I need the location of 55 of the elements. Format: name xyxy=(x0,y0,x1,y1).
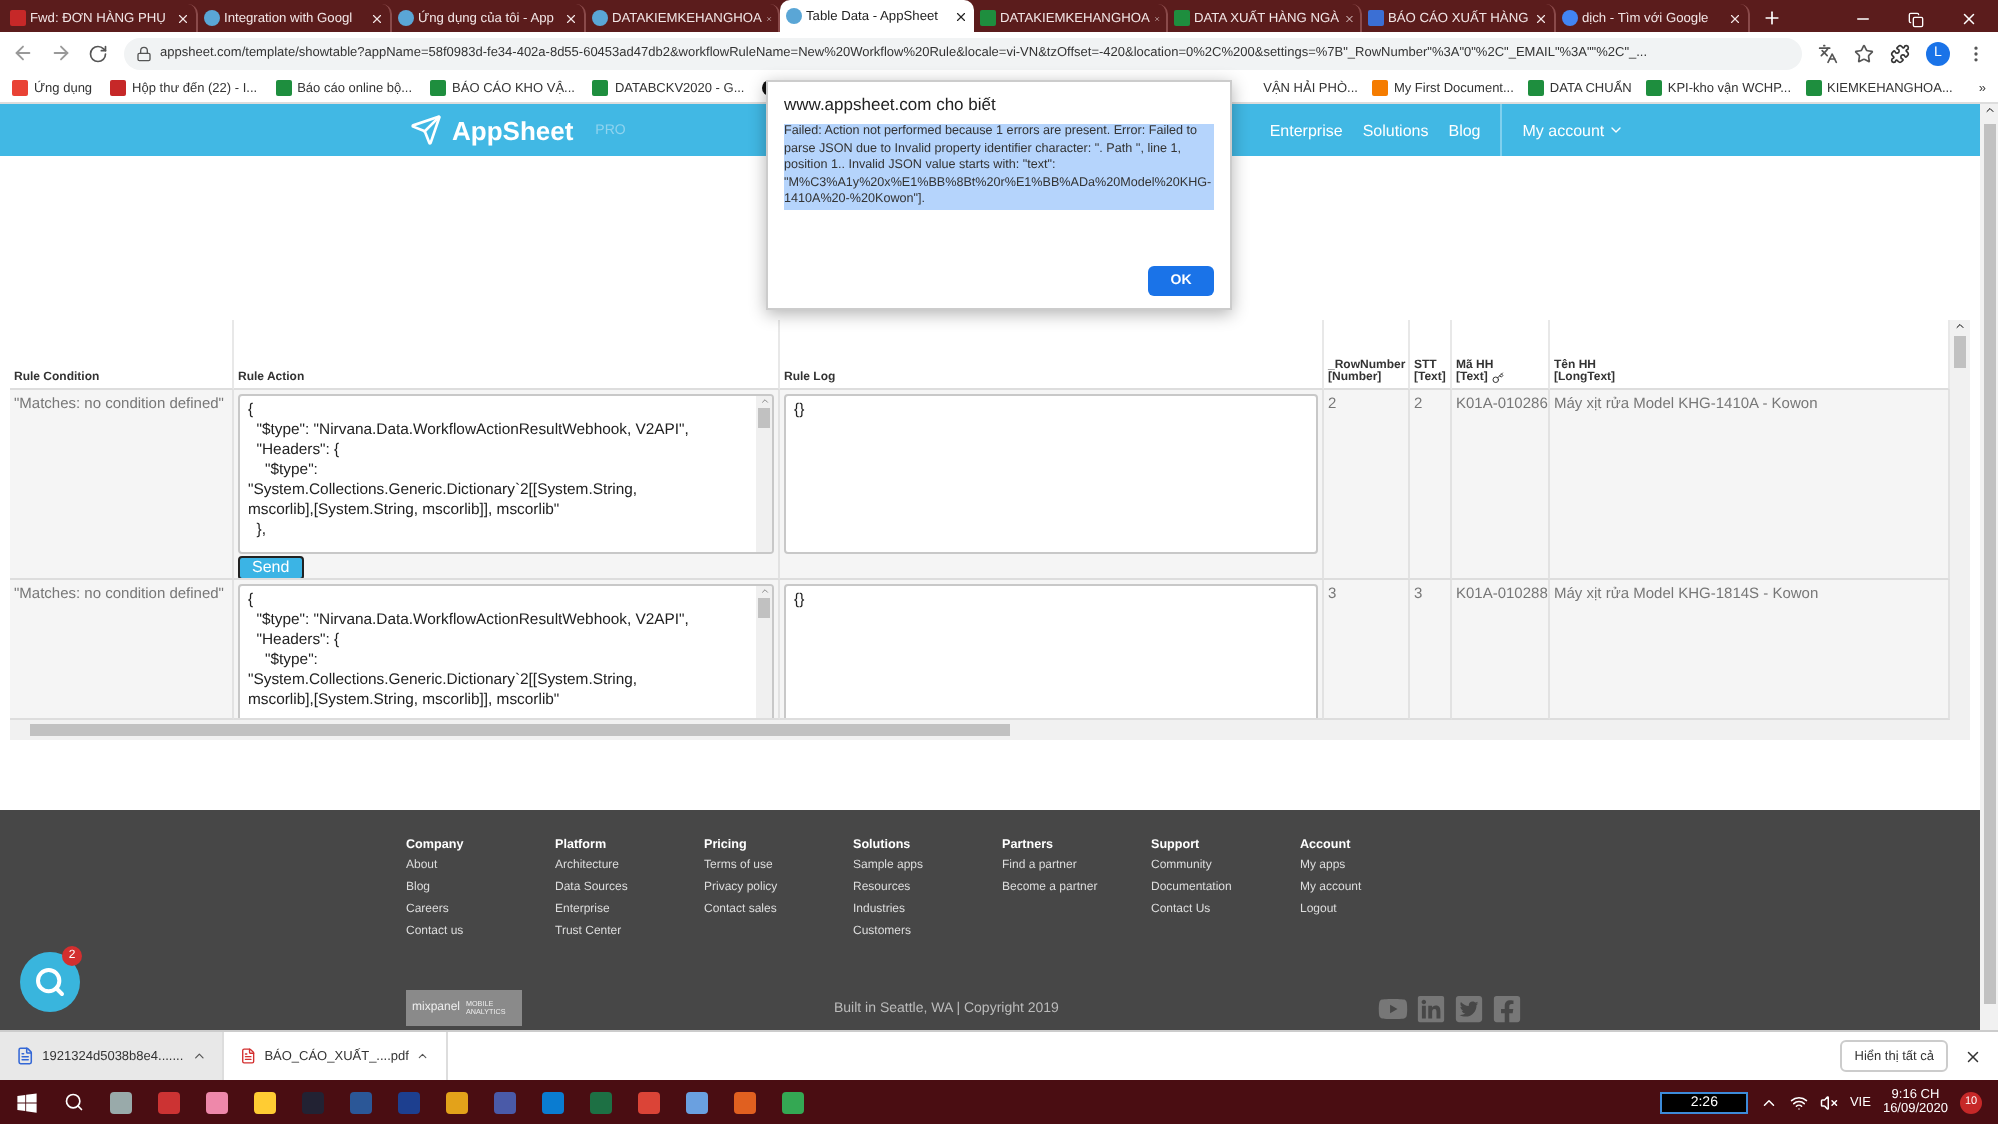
wifi-icon[interactable] xyxy=(1789,1093,1808,1111)
search-icon xyxy=(34,966,66,998)
site-icon xyxy=(398,10,414,26)
mute-icon[interactable] xyxy=(1819,1093,1838,1111)
site-icon xyxy=(592,10,608,26)
scroll-up-icon[interactable] xyxy=(759,586,769,596)
app-icon[interactable] xyxy=(110,1091,132,1113)
site-icon xyxy=(1562,10,1578,26)
search-icon[interactable] xyxy=(64,1092,84,1112)
site-icon xyxy=(204,10,220,26)
file-icon xyxy=(240,1046,257,1066)
star-icon[interactable] xyxy=(1854,43,1874,63)
linkedin-icon[interactable] xyxy=(1416,993,1447,1023)
forward-icon[interactable] xyxy=(50,42,72,64)
caret-icon[interactable] xyxy=(416,1048,430,1064)
scrollbar-thumb[interactable] xyxy=(30,724,1010,736)
site-icon xyxy=(1371,80,1388,96)
site-icon xyxy=(1368,10,1384,26)
reload-icon[interactable] xyxy=(88,43,108,63)
scrollbar[interactable] xyxy=(1980,104,1998,1030)
scrollbar-thumb[interactable] xyxy=(1954,336,1966,368)
app-icon[interactable] xyxy=(254,1091,276,1113)
scrollbar[interactable] xyxy=(756,586,772,718)
lock-icon xyxy=(136,45,152,61)
app-icon[interactable] xyxy=(686,1091,708,1113)
dialog-title: www.appsheet.com cho biết xyxy=(784,94,998,114)
scroll-up-icon[interactable] xyxy=(759,396,769,406)
video-play-icon[interactable] xyxy=(1378,993,1409,1023)
site-icon xyxy=(12,80,28,96)
puzzle-icon[interactable] xyxy=(1890,43,1910,63)
scroll-up-icon[interactable] xyxy=(1983,104,1995,116)
windows-logo-icon[interactable] xyxy=(16,1091,38,1113)
scrollbar-thumb[interactable] xyxy=(758,598,770,618)
file-icon xyxy=(16,1046,35,1066)
new-tab-icon[interactable] xyxy=(1762,8,1782,28)
scroll-up-icon[interactable] xyxy=(1954,320,1966,332)
bird-icon[interactable] xyxy=(1454,993,1485,1023)
app-icon[interactable] xyxy=(206,1091,228,1113)
translate-icon[interactable] xyxy=(1818,43,1838,63)
scrollbar[interactable] xyxy=(756,396,772,552)
scrollbar-thumb[interactable] xyxy=(758,408,770,428)
scrollbar-thumb[interactable] xyxy=(1983,124,1995,1004)
app-icon[interactable] xyxy=(734,1091,756,1113)
facebook-icon[interactable] xyxy=(1492,993,1523,1023)
site-icon xyxy=(786,8,802,24)
paper-plane-icon xyxy=(410,114,442,146)
scrollbar[interactable] xyxy=(1950,320,1970,720)
caret-icon xyxy=(1608,122,1625,138)
scrollbar[interactable] xyxy=(10,720,1970,740)
app-icon[interactable] xyxy=(446,1091,468,1113)
back-icon[interactable] xyxy=(12,42,34,64)
app-icon[interactable] xyxy=(782,1091,804,1113)
close-icon[interactable] xyxy=(1964,1047,1982,1065)
restore-icon[interactable] xyxy=(1908,11,1924,27)
close-icon[interactable] xyxy=(954,9,968,23)
